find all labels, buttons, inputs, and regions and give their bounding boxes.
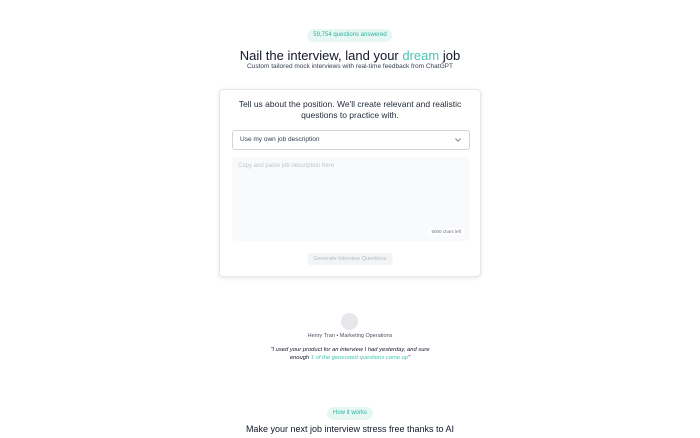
testimonial-quote-part2: " xyxy=(408,355,411,361)
hero-title: Nail the interview, land your dream job xyxy=(0,48,700,63)
how-it-works-badge: How it works xyxy=(326,407,374,420)
hero-title-part1: Nail the interview, land your xyxy=(239,48,403,63)
testimonial-quote-accent: 1 of the generated questions came up xyxy=(310,355,409,361)
job-description-input[interactable]: Copy and paste job description here 5000… xyxy=(232,157,470,241)
job-description-card: Tell us about the position. We'll create… xyxy=(219,89,481,277)
hero-subtitle: Custom tailored mock interviews with rea… xyxy=(247,63,453,70)
job-source-select[interactable]: Use my own job description xyxy=(232,130,470,150)
avatar xyxy=(341,313,358,330)
chevron-down-icon xyxy=(455,138,461,142)
testimonial-quote: "I used your product for an interview I … xyxy=(262,346,438,362)
hero-title-part2: job xyxy=(439,48,461,63)
job-source-select-value: Use my own job description xyxy=(240,136,320,143)
job-description-placeholder: Copy and paste job description here xyxy=(238,163,335,169)
how-it-works-title: Make your next job interview stress free… xyxy=(245,424,455,434)
card-prompt: Tell us about the position. We'll create… xyxy=(238,99,462,120)
questions-answered-badge: 59,754 questions answered xyxy=(307,29,393,42)
testimonial-author: Henry Tran • Marketing Operations xyxy=(307,333,393,339)
chars-left-counter: 5000 chars left xyxy=(428,228,464,235)
landing-page: 59,754 questions answered Nail the inter… xyxy=(0,0,700,438)
hero-title-accent: dream xyxy=(402,48,440,63)
generate-questions-button[interactable]: Generate Interview Questions xyxy=(307,253,393,265)
